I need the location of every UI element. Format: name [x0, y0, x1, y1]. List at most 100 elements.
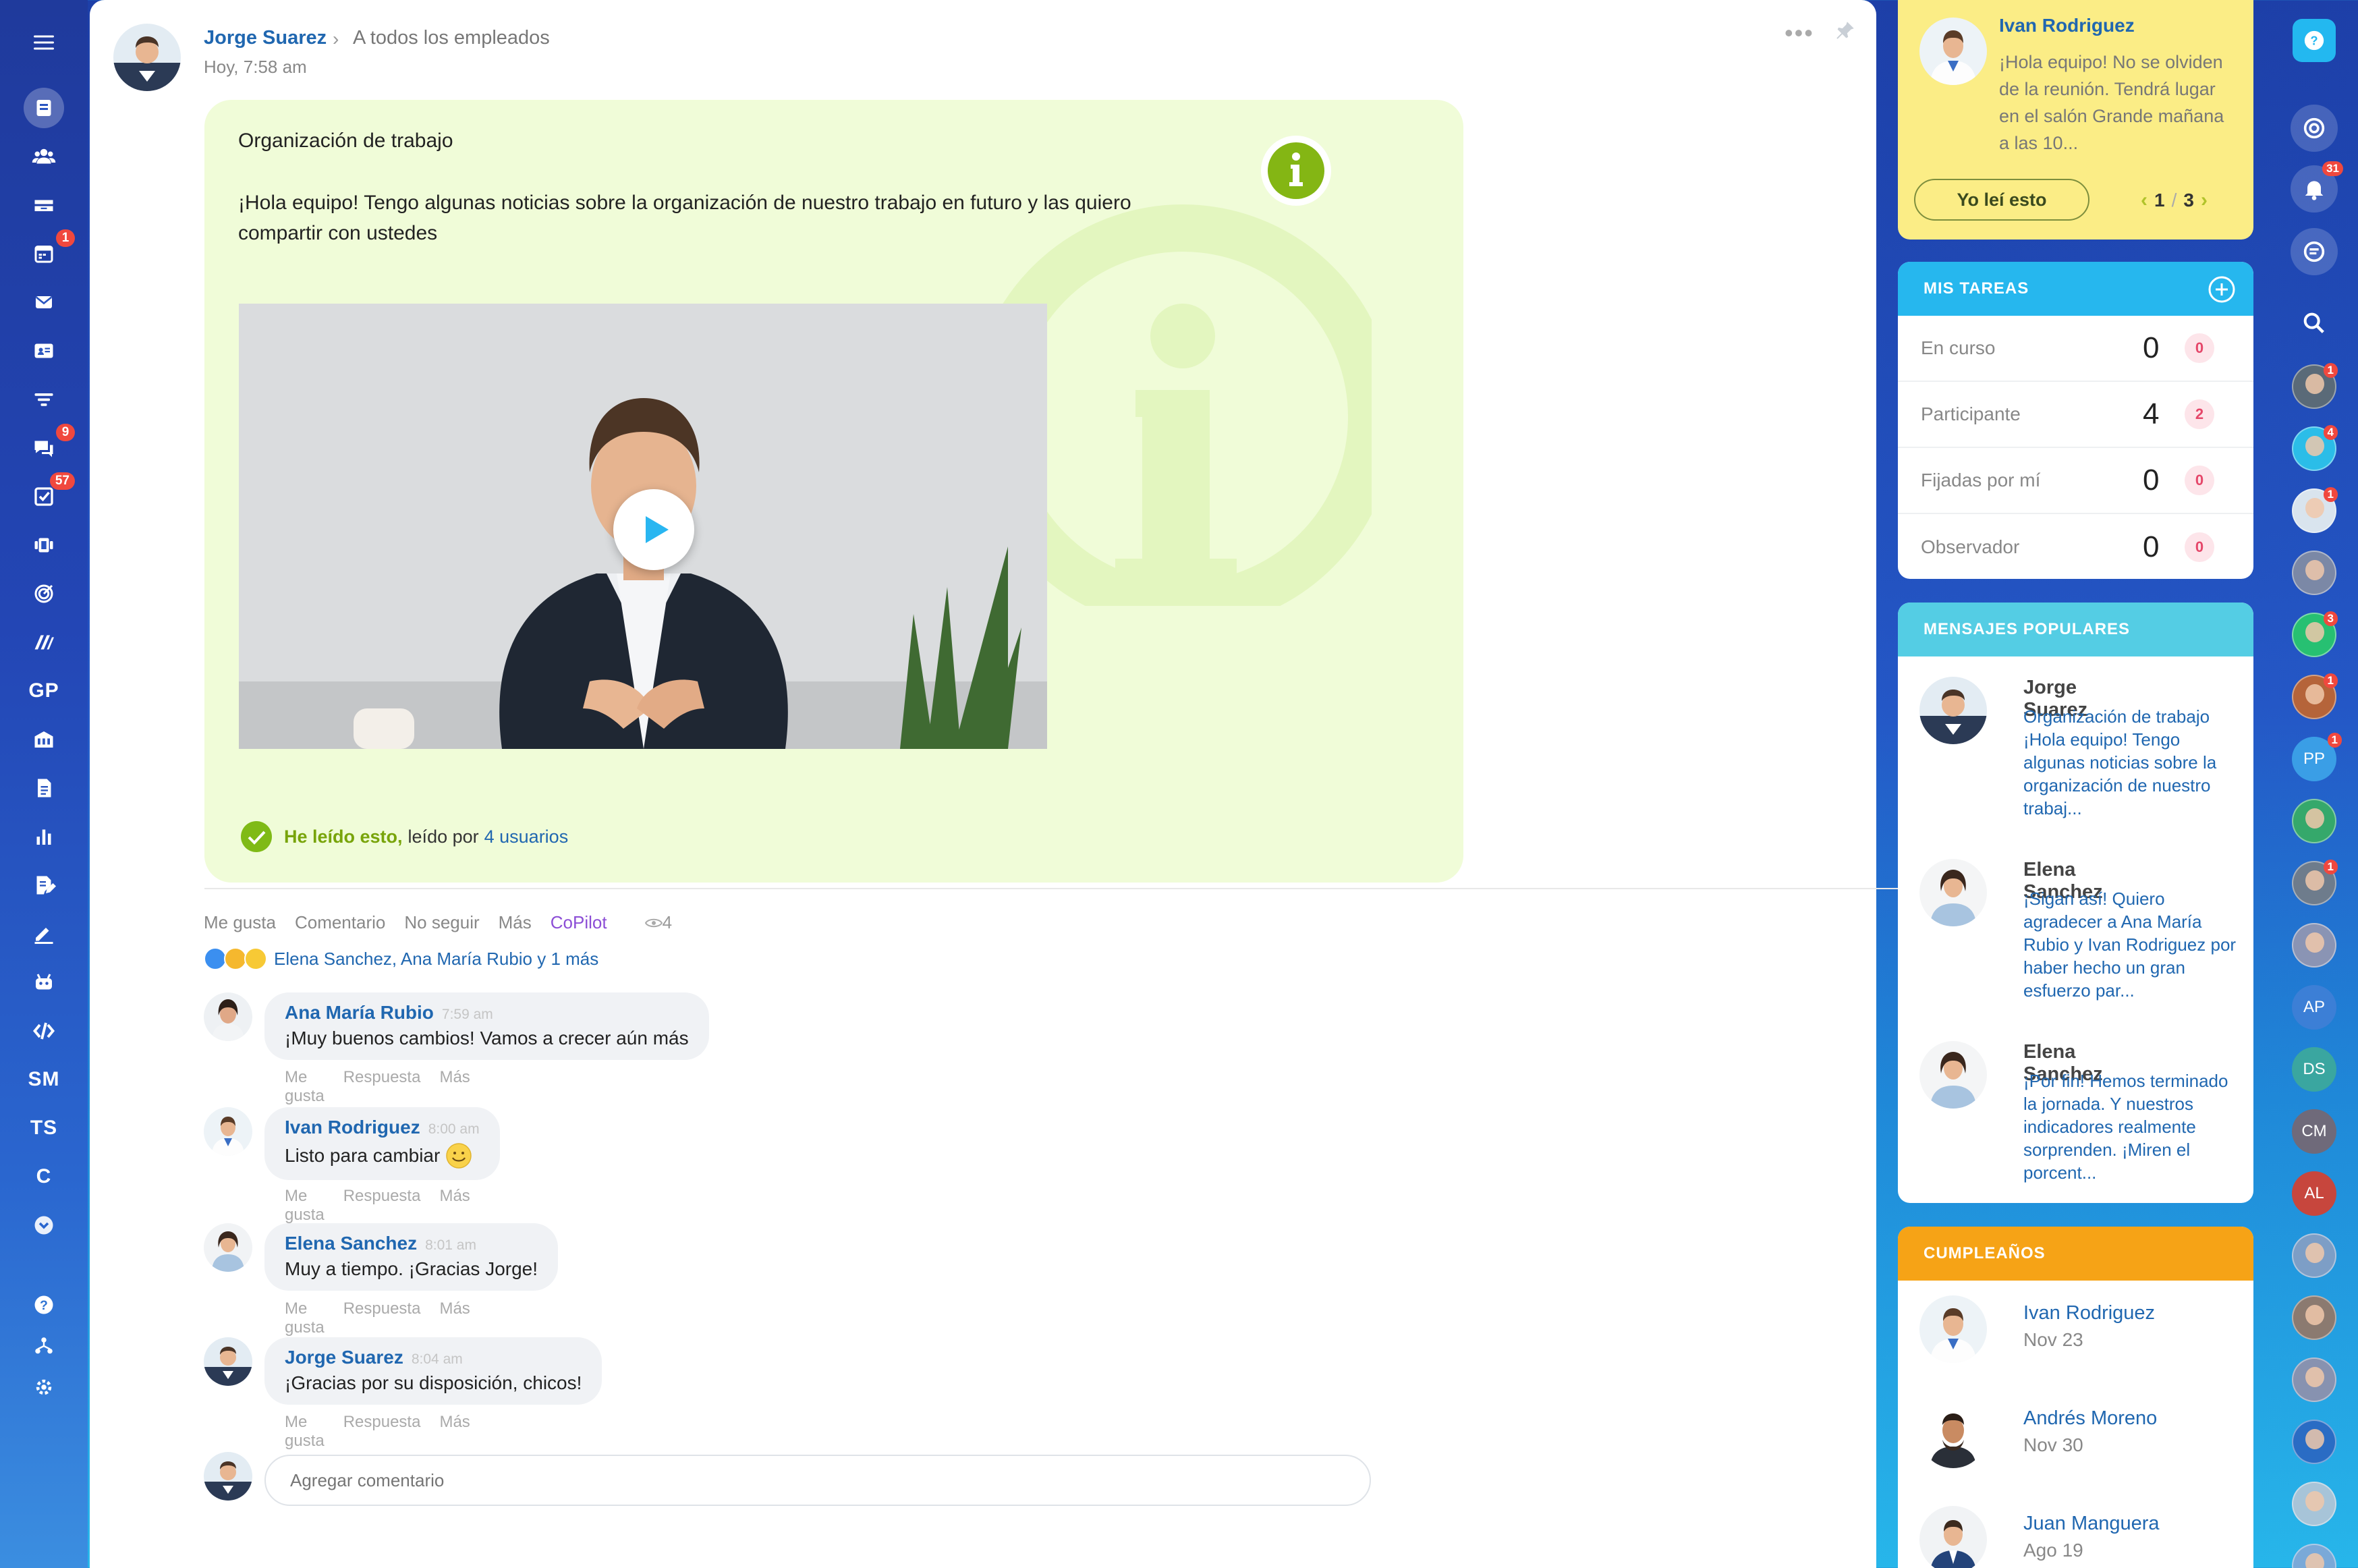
task-row[interactable]: Participante 4 2 — [1898, 382, 2253, 448]
video-player[interactable] — [239, 304, 1047, 749]
chat-avatar[interactable] — [2292, 1482, 2336, 1526]
comment-like-button[interactable]: Me gusta — [285, 1413, 325, 1451]
comment-like-button[interactable]: Me gusta — [285, 1299, 325, 1337]
chat-avatar-initials[interactable]: DS — [2292, 1047, 2336, 1092]
chat-avatar[interactable] — [2292, 1233, 2336, 1278]
avatar[interactable] — [204, 1223, 252, 1272]
sidebar-item-gp[interactable]: GP — [24, 671, 64, 711]
reactions-names[interactable]: Elena Sanchez, Ana María Rubio y 1 más — [274, 949, 598, 970]
notifications-button[interactable]: 31 — [2291, 161, 2343, 213]
birthday-name[interactable]: Andrés Moreno — [2023, 1407, 2157, 1430]
task-row[interactable]: En curso 0 0 — [1898, 316, 2253, 382]
comment-more-button[interactable]: Más — [439, 1068, 470, 1106]
add-comment-input[interactable] — [264, 1455, 1371, 1506]
comment-reply-button[interactable]: Respuesta — [343, 1068, 421, 1106]
chat-icon[interactable]: 9 — [24, 424, 75, 468]
author-avatar[interactable] — [113, 24, 181, 91]
comment-more-button[interactable]: Más — [439, 1187, 470, 1225]
more-options-icon[interactable]: ••• — [1785, 19, 1814, 47]
edit-document-icon[interactable] — [24, 865, 64, 905]
messages-button[interactable] — [2291, 228, 2338, 275]
employees-icon[interactable] — [24, 136, 64, 177]
comment-author[interactable]: Ivan Rodriguez — [285, 1117, 420, 1138]
chat-avatar[interactable]: 4 — [2292, 425, 2338, 471]
chat-avatar[interactable] — [2292, 1544, 2336, 1568]
avatar[interactable] — [204, 992, 252, 1041]
sidebar-item-ts[interactable]: TS — [24, 1108, 64, 1148]
post-audience[interactable]: A todos los empleados — [353, 27, 550, 49]
popular-text[interactable]: ¡Sigan así! Quiero agradecer a Ana María… — [2023, 887, 2246, 1002]
chat-avatar[interactable]: 3 — [2292, 611, 2338, 657]
chat-avatar-initials[interactable]: AL — [2292, 1171, 2336, 1216]
unfollow-button[interactable]: No seguir — [404, 912, 479, 933]
chat-avatar[interactable] — [2292, 551, 2336, 595]
more-button[interactable]: Más — [499, 912, 532, 933]
contacts-card-icon[interactable] — [24, 331, 64, 371]
chat-avatar[interactable] — [2292, 1420, 2336, 1464]
comment-author[interactable]: Elena Sanchez — [285, 1233, 417, 1254]
comment-button[interactable]: Comentario — [295, 912, 385, 933]
inbox-icon[interactable] — [24, 185, 64, 225]
sidebar-item-c[interactable]: C — [24, 1156, 64, 1197]
avatar[interactable] — [1919, 18, 1987, 85]
popular-text[interactable]: Organización de trabajo ¡Hola equipo! Te… — [2023, 705, 2246, 820]
copilot-button[interactable] — [2291, 105, 2338, 152]
menu-icon[interactable] — [24, 22, 64, 63]
chevron-down-icon[interactable] — [24, 1205, 64, 1245]
chat-avatar[interactable] — [2292, 1357, 2336, 1402]
signature-icon[interactable] — [24, 914, 64, 954]
comment-more-button[interactable]: Más — [439, 1299, 470, 1337]
mark-read-button[interactable]: Yo leí esto — [1914, 179, 2089, 221]
read-label[interactable]: He leído esto, — [284, 827, 403, 847]
task-count[interactable]: 0 — [2143, 331, 2159, 365]
add-task-icon[interactable] — [2208, 275, 2236, 304]
birthday-name[interactable]: Ivan Rodriguez — [2023, 1302, 2155, 1324]
task-badge[interactable]: 0 — [2185, 532, 2214, 562]
building-icon[interactable] — [24, 719, 64, 760]
copilot-button[interactable]: CoPilot — [551, 912, 607, 933]
comment-reply-button[interactable]: Respuesta — [343, 1299, 421, 1337]
document-icon[interactable] — [24, 768, 64, 808]
task-row[interactable]: Fijadas por mí 0 0 — [1898, 448, 2253, 514]
chat-avatar[interactable]: 1 — [2292, 673, 2338, 719]
chat-avatar-initials[interactable]: PP 1 — [2292, 733, 2342, 781]
help-icon[interactable]: ? — [24, 1285, 64, 1325]
filter-icon[interactable] — [24, 379, 64, 420]
chevron-right-icon[interactable]: › — [2201, 189, 2208, 212]
task-badge[interactable]: 2 — [2185, 399, 2214, 429]
chat-avatar-initials[interactable]: AP — [2292, 985, 2336, 1030]
sidebar-item-sm[interactable]: SM — [24, 1059, 64, 1100]
task-badge[interactable]: 0 — [2185, 466, 2214, 495]
chat-avatar[interactable]: 1 — [2292, 487, 2338, 533]
task-row[interactable]: Observador 0 0 — [1898, 514, 2253, 579]
avatar[interactable] — [204, 1107, 252, 1156]
help-button[interactable]: ? — [2293, 19, 2336, 62]
reactions-row[interactable]: Elena Sanchez, Ana María Rubio y 1 más — [204, 947, 598, 970]
feed-icon[interactable] — [24, 88, 64, 128]
chevron-left-icon[interactable]: ‹ — [2141, 189, 2148, 212]
chat-avatar[interactable] — [2292, 799, 2336, 843]
like-button[interactable]: Me gusta — [204, 912, 276, 933]
tasks-icon[interactable]: 57 — [24, 472, 75, 517]
post-author[interactable]: Jorge Suarez — [204, 27, 327, 49]
chat-avatar[interactable]: 1 — [2292, 363, 2338, 409]
pin-icon[interactable] — [1834, 19, 1857, 42]
comment-author[interactable]: Ana María Rubio — [285, 1002, 434, 1023]
comment-reply-button[interactable]: Respuesta — [343, 1187, 421, 1225]
goals-icon[interactable] — [24, 573, 64, 614]
kanban-icon[interactable] — [24, 525, 64, 565]
comment-more-button[interactable]: Más — [439, 1413, 470, 1451]
search-button[interactable] — [2291, 300, 2338, 347]
analytics-icon[interactable] — [24, 816, 64, 857]
check-circle-icon[interactable] — [240, 820, 273, 853]
settings-gear-icon[interactable] — [24, 1367, 64, 1407]
comment-like-button[interactable]: Me gusta — [285, 1068, 325, 1106]
chat-avatar-initials[interactable]: CM — [2292, 1109, 2336, 1154]
calendar-icon[interactable]: 1 — [24, 229, 75, 274]
robot-icon[interactable] — [24, 962, 64, 1003]
notice-author[interactable]: Ivan Rodriguez — [1999, 15, 2135, 36]
comment-like-button[interactable]: Me gusta — [285, 1187, 325, 1225]
chat-avatar[interactable] — [2292, 1295, 2336, 1340]
read-users-link[interactable]: 4 usuarios — [484, 827, 569, 847]
comment-author[interactable]: Jorge Suarez — [285, 1347, 403, 1368]
